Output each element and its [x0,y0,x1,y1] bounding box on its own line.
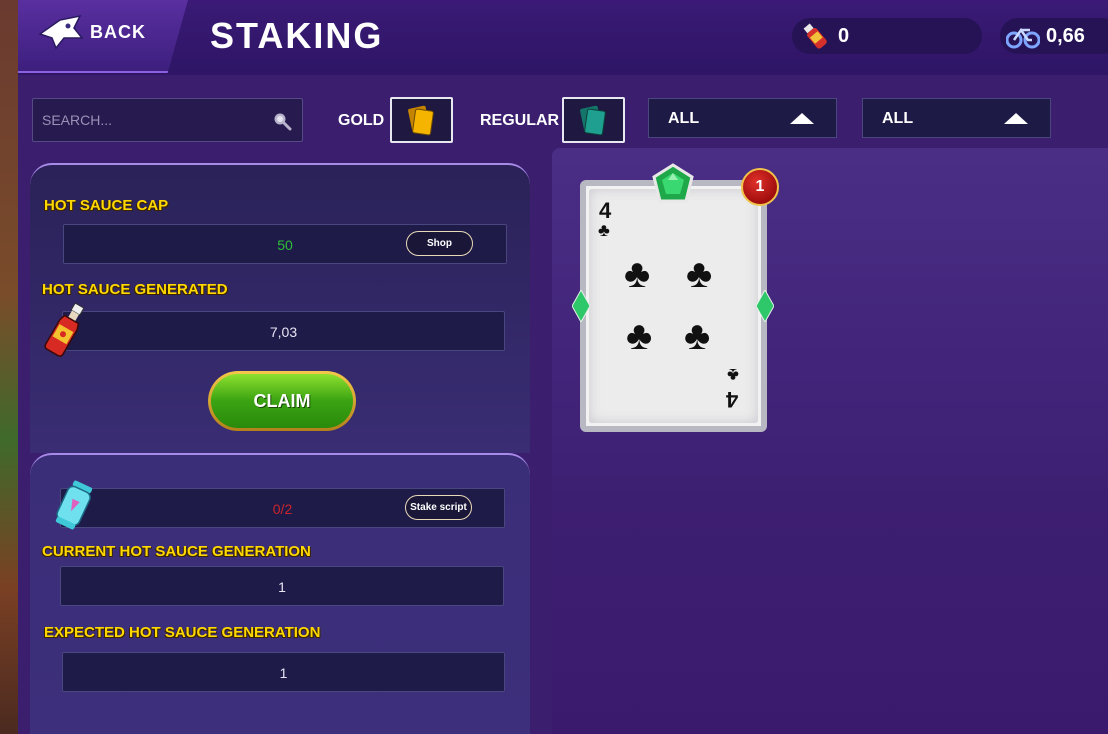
side-gem-right-icon [756,290,774,322]
shop-button[interactable]: Shop [406,231,473,256]
filter-dropdown-2-value: ALL [882,110,914,127]
bike-balance-value: 0,66 [1046,24,1085,47]
hot-sauce-bottle-icon [44,302,84,357]
gold-filter-label: GOLD [338,112,385,129]
back-button[interactable]: BACK [18,0,188,73]
claim-button-label: CLAIM [253,390,311,411]
hot-sauce-balance: 0 [792,18,982,54]
card-suit-bottom: ♣ [727,365,739,385]
filter-dropdown-2[interactable]: ALL [862,98,1051,138]
background-edge [0,0,18,734]
card-suit-top: ♣ [598,220,610,240]
search-box[interactable] [32,98,303,142]
gold-filter-toggle[interactable] [390,97,453,143]
filter-dropdown-1[interactable]: ALL [648,98,837,138]
hot-sauce-generated-value: 7,03 [269,324,298,340]
gold-cards-icon [408,105,434,136]
stake-script-button-label: Stake script [410,502,467,513]
bike-balance: 0,66 [1000,18,1108,54]
hot-sauce-generated-field: 7,03 [62,311,505,351]
hot-sauce-balance-value: 0 [838,24,850,47]
hot-sauce-generated-label: HOT SAUCE GENERATED [42,281,228,298]
club-pip: ♣ [626,314,653,358]
club-pip: ♣ [684,314,711,358]
search-icon [274,113,292,131]
emerald-gem-icon [652,163,694,203]
back-label: BACK [90,22,146,42]
regular-filter-toggle[interactable] [562,97,625,143]
current-generation-value: 1 [278,579,286,595]
hot-sauce-cap-label: HOT SAUCE CAP [44,197,169,214]
regular-filter-label: REGULAR [480,112,560,129]
club-pip: ♣ [624,252,651,296]
expected-generation-value: 1 [279,665,288,681]
club-pip: ♣ [686,252,713,296]
playing-card[interactable]: 4 ♣ ♣ ♣ ♣ ♣ ♣ 4 [580,180,767,432]
page-title: STAKING [210,15,384,56]
stake-script-button[interactable]: Stake script [405,495,472,520]
shop-button-label: Shop [427,238,452,249]
expected-generation-field: 1 [62,652,505,692]
card-count-value: 1 [755,178,765,195]
back-arrow-icon [38,14,84,50]
search-input[interactable] [42,112,262,128]
filter-dropdown-1-value: ALL [668,110,700,127]
regular-cards-icon [580,105,606,136]
hot-sauce-bottle-icon [803,23,827,49]
card-rank-bottom: 4 [726,387,739,412]
side-gem-left-icon [572,290,590,322]
caret-up-icon [1004,113,1028,124]
expected-generation-label: EXPECTED HOT SAUCE GENERATION [44,624,321,641]
bike-icon [1006,27,1040,49]
current-generation-label: CURRENT HOT SAUCE GENERATION [42,543,311,560]
card-count-badge: 1 [741,168,779,206]
script-jar-icon [55,480,93,530]
caret-up-icon [790,113,814,124]
claim-button[interactable]: CLAIM [208,371,356,431]
current-generation-field: 1 [60,566,504,606]
